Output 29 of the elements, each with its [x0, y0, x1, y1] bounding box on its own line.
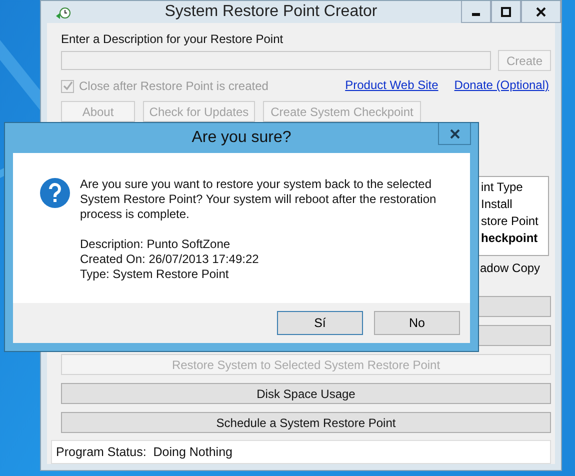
shadow-copy-label: adow Copy	[479, 261, 542, 275]
message-text: Are you sure you want to restore your system back to the selected System Restore Point? Your system will reboot after the restoration process is complete.	[80, 177, 438, 222]
close-icon	[450, 128, 460, 138]
dialog-button[interactable]: No	[374, 311, 460, 335]
list-row[interactable]: Install	[481, 197, 548, 214]
detail-text: Created On: 26/07/2013 17:49:22	[80, 252, 260, 267]
dialog-title: Are you sure?	[190, 129, 292, 147]
dialog-button[interactable]: Sí	[277, 311, 363, 335]
minimize-button[interactable]	[461, 1, 491, 23]
description-label: Enter a Description for your Restore Point	[61, 32, 284, 46]
close-button[interactable]	[521, 1, 561, 23]
minimize-icon	[472, 13, 480, 16]
status-bar: Program Status: Doing Nothing	[51, 440, 551, 464]
action-button[interactable]: Schedule a System Restore Point	[61, 412, 551, 433]
maximize-button[interactable]	[491, 1, 521, 23]
close-icon	[536, 6, 546, 16]
maximize-icon	[501, 6, 511, 16]
link[interactable]: Product Web Site	[345, 78, 438, 92]
detail-text: Type: System Restore Point	[80, 267, 230, 282]
detail-text: Description: Punto SoftZone	[80, 237, 232, 252]
column-header[interactable]: int Type	[481, 180, 548, 197]
window-title: System Restore Point Creator	[164, 3, 378, 21]
link[interactable]: Donate (Optional)	[454, 78, 549, 92]
checkbox-label: Close after Restore Point is created	[79, 79, 268, 93]
action-button[interactable]: Disk Space Usage	[61, 383, 551, 404]
description-field[interactable]	[61, 51, 491, 70]
list-row[interactable]: store Point	[481, 214, 548, 231]
question-icon	[39, 177, 71, 209]
list-row[interactable]: heckpoint	[481, 231, 548, 248]
